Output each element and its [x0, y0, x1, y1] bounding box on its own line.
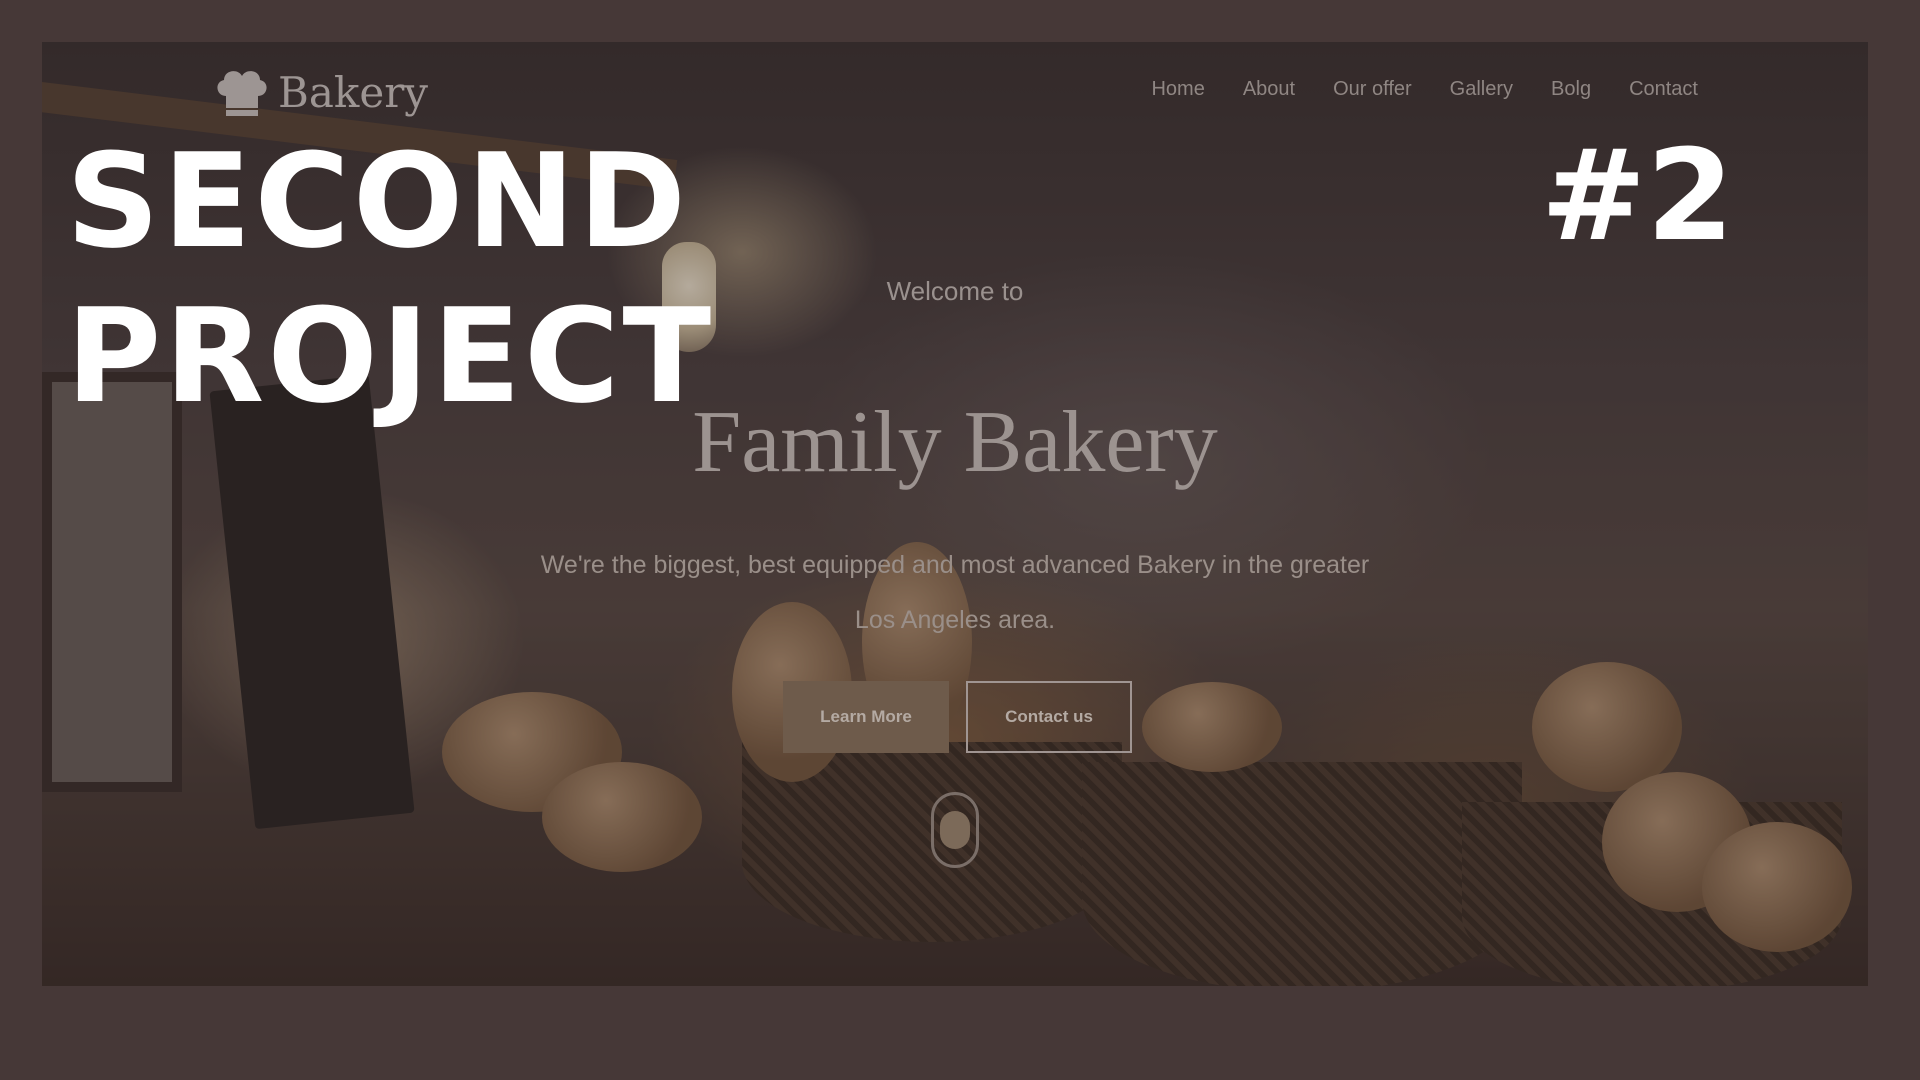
site-logo[interactable]: Bakery [212, 66, 428, 118]
overlay-title-line: SECOND [66, 125, 690, 277]
nav-blog[interactable]: Bolg [1551, 78, 1591, 101]
chef-hat-icon [217, 71, 267, 116]
nav-gallery[interactable]: Gallery [1450, 78, 1513, 101]
hero-description: We're the biggest, best equipped and mos… [505, 538, 1405, 648]
overlay-project-number: #2 [1540, 122, 1734, 269]
contact-us-button[interactable]: Contact us [966, 681, 1132, 753]
learn-more-button[interactable]: Learn More [783, 681, 949, 753]
nav-our-offer[interactable]: Our offer [1333, 78, 1412, 101]
logo-text: Bakery [278, 67, 429, 117]
overlay-title: SECOND PROJECT [66, 124, 714, 434]
main-nav: Home About Our offer Gallery Bolg Contac… [1151, 78, 1698, 101]
overlay-title-line: PROJECT [66, 280, 715, 432]
hero-description-line: Los Angeles area. [854, 606, 1056, 634]
scroll-down-indicator[interactable] [931, 792, 979, 868]
nav-home[interactable]: Home [1151, 78, 1204, 101]
scroll-dot [940, 811, 970, 849]
hero-description-line: We're the biggest, best equipped and mos… [540, 551, 1370, 579]
nav-contact[interactable]: Contact [1629, 78, 1698, 101]
nav-about[interactable]: About [1243, 78, 1295, 101]
